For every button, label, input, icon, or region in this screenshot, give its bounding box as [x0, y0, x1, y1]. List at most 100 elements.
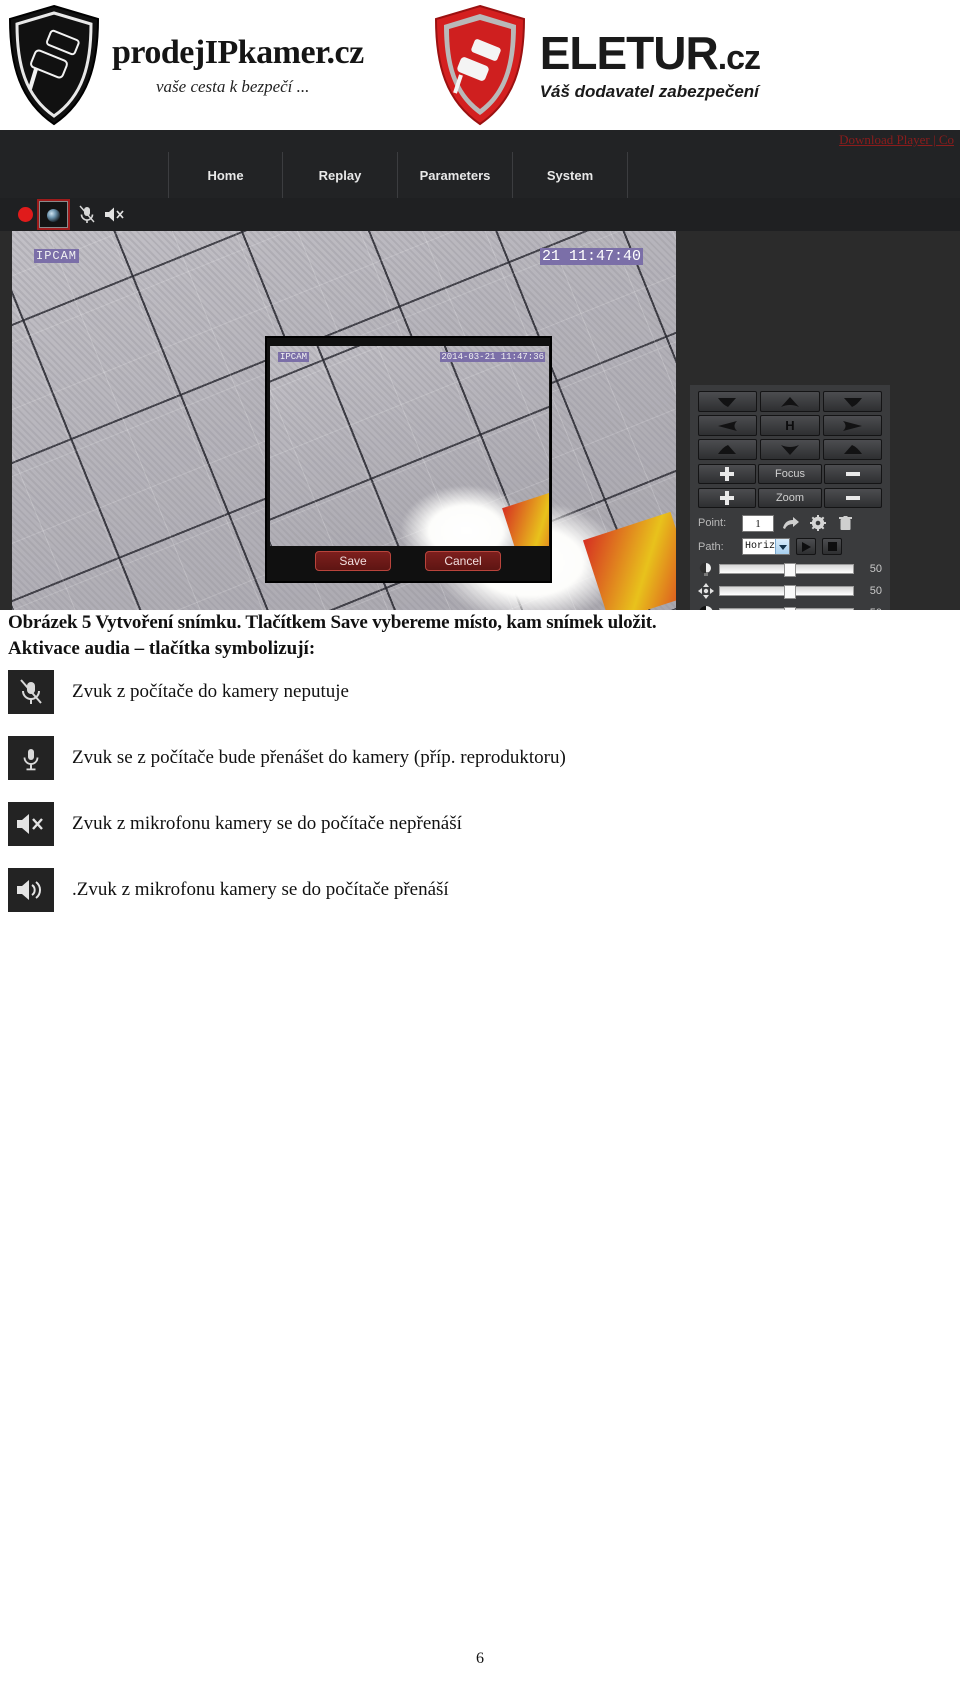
focus-increase-button[interactable]: [698, 464, 756, 484]
contrast-value: 50: [860, 607, 882, 610]
tab-system[interactable]: System: [513, 152, 628, 198]
cctv-shield-logo-icon: [6, 3, 102, 127]
slider-knob[interactable]: [783, 585, 796, 599]
gear-icon[interactable]: [808, 514, 828, 532]
path-select-value: Horiz: [745, 541, 776, 552]
focus-label: Focus: [758, 464, 822, 484]
page-number: 6: [476, 1650, 484, 1667]
sharpness-slider[interactable]: [719, 585, 854, 599]
list-item-label: Zvuk z mikrofonu kamery se do počítače n…: [72, 813, 462, 834]
sharpness-value: 50: [869, 585, 882, 597]
path-label: Path:: [698, 540, 724, 553]
zoom-increase-button[interactable]: [698, 488, 756, 508]
snapshot-osd-name: IPCAM: [278, 352, 310, 362]
ptz-pan-left-button[interactable]: [698, 415, 758, 436]
snapshot-lens-icon[interactable]: [37, 199, 70, 230]
record-dot-icon[interactable]: [18, 207, 33, 222]
osd-camera-name: IPCAM: [34, 249, 80, 263]
contrast-icon: [698, 605, 714, 610]
slider-knob[interactable]: [783, 607, 796, 610]
list-item: .Zvuk z mikrofonu kamery se do počítače …: [8, 868, 960, 912]
snapshot-dialog[interactable]: IPCAM 2014-03-21 11:47:36 Save Cancel: [266, 337, 551, 582]
chevron-down-icon: [775, 539, 789, 554]
ptz-pan-down-right-button[interactable]: [822, 439, 882, 460]
lens-glyph: [47, 209, 60, 222]
plus-icon: [720, 491, 734, 505]
list-item-label: .Zvuk z mikrofonu kamery se do počítače …: [72, 879, 449, 900]
zoom-decrease-button[interactable]: [824, 488, 882, 508]
speaker-icon: [8, 868, 54, 912]
move-arrows-icon: [698, 583, 714, 599]
list-item: Zvuk z počítače do kamery neputuje: [8, 670, 960, 714]
list-item-label: Zvuk se z počítače bude přenášet do kame…: [72, 747, 566, 768]
ptz-control-panel: H Focus Zoom Point: 1 Path: Horiz 50 50: [690, 385, 890, 610]
contrast-slider-row: 50: [698, 605, 882, 610]
tab-replay[interactable]: Replay: [283, 152, 398, 198]
ptz-point-row: Point: 1: [698, 514, 882, 532]
osd-timestamp: 21 11:47:40: [540, 248, 644, 265]
ptz-pan-up-right-button[interactable]: [822, 391, 882, 412]
figure-caption: Obrázek 5 Vytvoření snímku. Tlačítkem Sa…: [8, 612, 657, 633]
plus-icon: [720, 467, 734, 481]
snapshot-osd-time: 2014-03-21 11:47:36: [440, 352, 545, 362]
page-header: prodejIPkamer.cz vaše cesta k bezpečí ..…: [0, 0, 960, 130]
ptz-pan-right-button[interactable]: [822, 415, 882, 436]
brand-name-right-text: ELETUR: [539, 27, 719, 79]
zoom-label: Zoom: [758, 488, 822, 508]
focus-decrease-button[interactable]: [824, 464, 882, 484]
camera-navbar: Home Replay Parameters System: [168, 152, 628, 198]
slider-knob[interactable]: [783, 563, 796, 577]
brightness-slider[interactable]: [719, 563, 854, 577]
ptz-focus-row: Focus: [698, 464, 882, 484]
microphone-icon: [8, 736, 54, 780]
minus-icon: [846, 467, 860, 481]
brand-tagline-right: Váš dodavatel zabezpečení: [539, 82, 759, 101]
brand-tld-right: .cz: [717, 39, 761, 77]
brand-name-right: ELETUR.cz: [539, 27, 761, 79]
section-subheading: Aktivace audia – tlačítka symbolizují:: [8, 638, 316, 659]
camera-topbar: Download Player | Co Home Replay Paramet…: [0, 130, 960, 198]
ptz-path-row: Path: Horiz: [698, 538, 882, 555]
ptz-pan-down-button[interactable]: [760, 439, 820, 460]
ptz-pan-down-left-button[interactable]: [698, 439, 758, 460]
list-item: Zvuk se z počítače bude přenášet do kame…: [8, 736, 960, 780]
sharpness-slider-row: 50: [698, 583, 882, 599]
save-button[interactable]: Save: [315, 551, 391, 571]
trash-icon[interactable]: [835, 514, 855, 532]
ptz-zoom-row: Zoom: [698, 488, 882, 508]
ptz-dpad: H: [698, 391, 882, 460]
prodejipkamer-logo: prodejIPkamer.cz vaše cesta k bezpečí ..…: [0, 3, 364, 127]
brand-name-left: prodejIPkamer.cz: [112, 33, 364, 71]
speaker-muted-icon: [8, 802, 54, 846]
cancel-button[interactable]: Cancel: [425, 551, 501, 571]
contrast-slider[interactable]: [719, 607, 854, 610]
camera-toolbar: [0, 198, 960, 231]
ptz-home-button[interactable]: H: [760, 415, 820, 436]
ptz-pan-up-button[interactable]: [760, 391, 820, 412]
brightness-bulb-icon: [698, 561, 714, 577]
brightness-value: 50: [869, 563, 882, 575]
tab-home[interactable]: Home: [168, 152, 283, 198]
path-select[interactable]: Horiz: [742, 538, 790, 555]
point-input[interactable]: 1: [742, 514, 774, 532]
microphone-muted-icon: [8, 670, 54, 714]
point-label: Point:: [698, 517, 727, 529]
document-body: Obrázek 5 Vytvoření snímku. Tlačítkem Sa…: [0, 612, 960, 934]
path-play-button[interactable]: [796, 538, 816, 555]
list-item-label: Zvuk z počítače do kamery neputuje: [72, 681, 349, 702]
speaker-muted-icon[interactable]: [104, 206, 126, 223]
download-player-link[interactable]: Download Player | Co: [839, 132, 954, 148]
tab-parameters[interactable]: Parameters: [398, 152, 513, 198]
goto-arrow-icon[interactable]: [781, 514, 801, 532]
list-item: Zvuk z mikrofonu kamery se do počítače n…: [8, 802, 960, 846]
path-stop-button[interactable]: [822, 538, 842, 555]
microphone-muted-icon[interactable]: [78, 205, 96, 224]
snapshot-preview-image: IPCAM 2014-03-21 11:47:36: [270, 346, 549, 546]
eletur-logo: ELETUR.cz Váš dodavatel zabezpečení: [432, 3, 761, 127]
camera-ui-screenshot: Download Player | Co Home Replay Paramet…: [0, 130, 960, 610]
ptz-pan-up-left-button[interactable]: [698, 391, 758, 412]
brand-tagline-left: vaše cesta k bezpečí ...: [156, 76, 310, 96]
minus-icon: [846, 491, 860, 505]
brightness-slider-row: 50: [698, 561, 882, 577]
cctv-shield-logo-red-icon: [432, 3, 528, 127]
